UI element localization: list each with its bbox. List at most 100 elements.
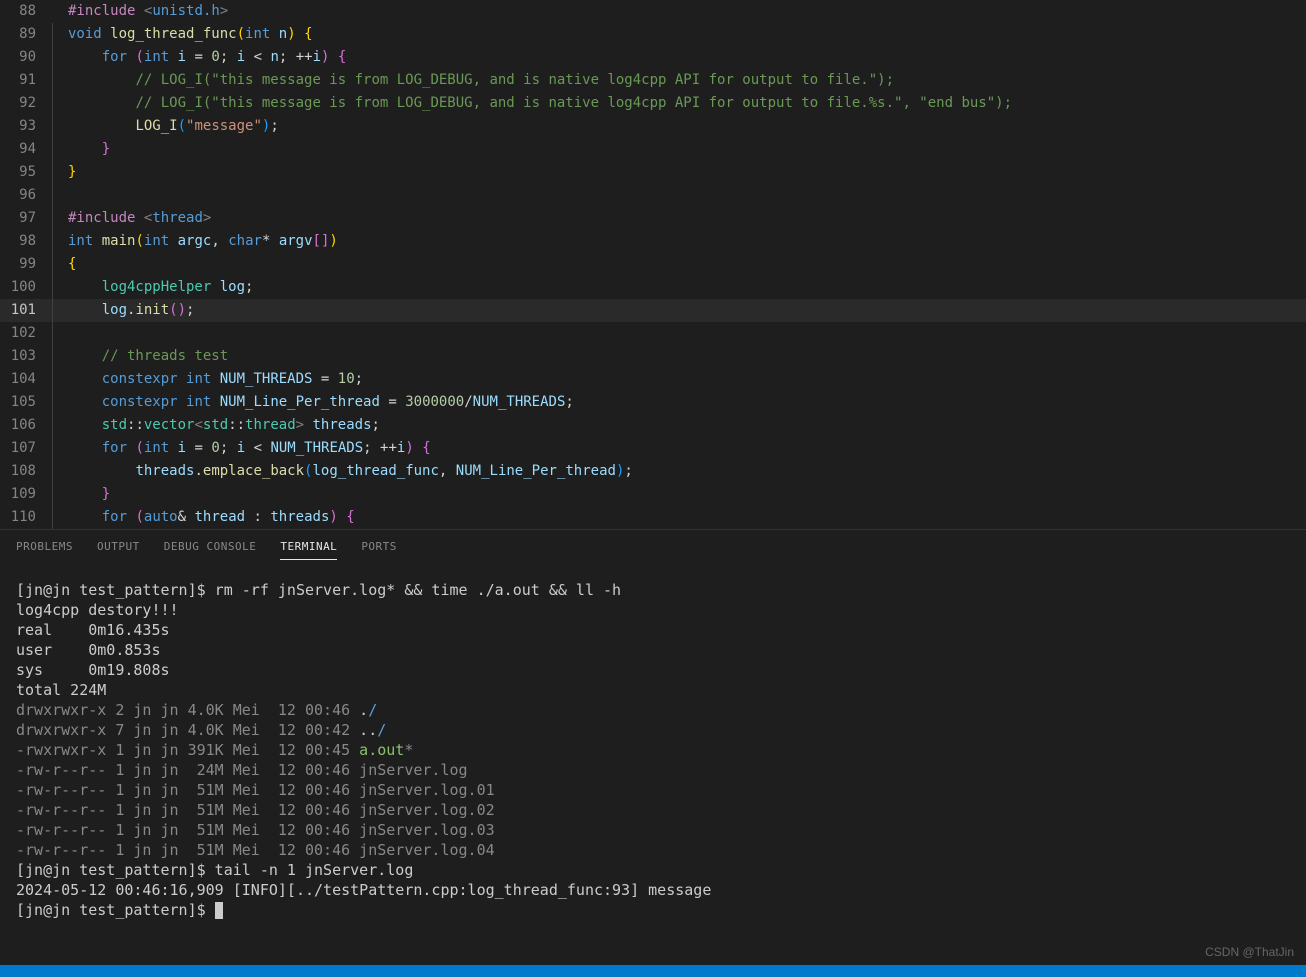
code-content[interactable]: log.init(); [64, 299, 1306, 322]
panel-tab-output[interactable]: OUTPUT [97, 540, 140, 560]
terminal-line: [jn@jn test_pattern]$ tail -n 1 jnServer… [16, 860, 1290, 880]
fold-gutter [50, 368, 64, 391]
code-line[interactable]: 102 [0, 322, 1306, 345]
code-line[interactable]: 110 for (auto& thread : threads) { [0, 506, 1306, 529]
panel-tab-debug-console[interactable]: DEBUG CONSOLE [164, 540, 257, 560]
line-number: 97 [0, 207, 50, 230]
fold-gutter [50, 345, 64, 368]
fold-gutter [50, 483, 64, 506]
code-content[interactable] [64, 184, 1306, 207]
code-content[interactable]: for (int i = 0; i < n; ++i) { [64, 46, 1306, 69]
fold-gutter [50, 414, 64, 437]
code-content[interactable]: log4cppHelper log; [64, 276, 1306, 299]
code-content[interactable]: #include <unistd.h> [64, 0, 1306, 23]
fold-gutter [50, 506, 64, 529]
code-line[interactable]: 107 for (int i = 0; i < NUM_THREADS; ++i… [0, 437, 1306, 460]
code-line[interactable]: 92 // LOG_I("this message is from LOG_DE… [0, 92, 1306, 115]
fold-gutter [50, 253, 64, 276]
line-number: 107 [0, 437, 50, 460]
code-content[interactable]: for (int i = 0; i < NUM_THREADS; ++i) { [64, 437, 1306, 460]
code-line[interactable]: 100 log4cppHelper log; [0, 276, 1306, 299]
terminal-line: real 0m16.435s [16, 620, 1290, 640]
code-line[interactable]: 89void log_thread_func(int n) { [0, 23, 1306, 46]
line-number: 91 [0, 69, 50, 92]
code-line[interactable]: 97 #include <thread> [0, 207, 1306, 230]
terminal-line: drwxrwxr-x 7 jn jn 4.0K Mei 12 00:42 ../ [16, 720, 1290, 740]
panel-tabs: PROBLEMS OUTPUT DEBUG CONSOLE TERMINAL PORTS [0, 530, 1306, 564]
terminal-line: log4cpp destory!!! [16, 600, 1290, 620]
panel-tab-problems[interactable]: PROBLEMS [16, 540, 73, 560]
terminal-line: -rw-r--r-- 1 jn jn 24M Mei 12 00:46 jnSe… [16, 760, 1290, 780]
code-line[interactable]: 94 } [0, 138, 1306, 161]
code-content[interactable] [64, 322, 1306, 345]
code-line[interactable]: 98 int main(int argc, char* argv[]) [0, 230, 1306, 253]
code-content[interactable]: constexpr int NUM_Line_Per_thread = 3000… [64, 391, 1306, 414]
code-editor[interactable]: 88 #include <unistd.h>89void log_thread_f… [0, 0, 1306, 529]
code-line[interactable]: 101 log.init(); [0, 299, 1306, 322]
fold-gutter [50, 299, 64, 322]
code-content[interactable]: // threads test [64, 345, 1306, 368]
code-content[interactable]: #include <thread> [64, 207, 1306, 230]
code-line[interactable]: 93 LOG_I("message"); [0, 115, 1306, 138]
line-number: 104 [0, 368, 50, 391]
line-number: 88 [0, 0, 50, 23]
code-line[interactable]: 105 constexpr int NUM_Line_Per_thread = … [0, 391, 1306, 414]
terminal-line: total 224M [16, 680, 1290, 700]
fold-gutter [50, 0, 64, 23]
code-content[interactable]: } [64, 161, 1306, 184]
fold-gutter [50, 322, 64, 345]
code-content[interactable]: int main(int argc, char* argv[]) [64, 230, 1306, 253]
code-content[interactable]: // LOG_I("this message is from LOG_DEBUG… [64, 69, 1306, 92]
fold-gutter [50, 115, 64, 138]
fold-gutter [50, 460, 64, 483]
code-line[interactable]: 109 } [0, 483, 1306, 506]
code-content[interactable]: threads.emplace_back(log_thread_func, NU… [64, 460, 1306, 483]
code-line[interactable]: 88 #include <unistd.h> [0, 0, 1306, 23]
terminal-line: sys 0m19.808s [16, 660, 1290, 680]
line-number: 92 [0, 92, 50, 115]
code-line[interactable]: 104 constexpr int NUM_THREADS = 10; [0, 368, 1306, 391]
code-content[interactable]: for (auto& thread : threads) { [64, 506, 1306, 529]
line-number: 93 [0, 115, 50, 138]
code-content[interactable]: } [64, 483, 1306, 506]
terminal-output[interactable]: [jn@jn test_pattern]$ rm -rf jnServer.lo… [0, 564, 1306, 965]
terminal-line: 2024-05-12 00:46:16,909 [INFO][../testPa… [16, 880, 1290, 900]
line-number: 109 [0, 483, 50, 506]
code-line[interactable]: 96 [0, 184, 1306, 207]
panel-tab-ports[interactable]: PORTS [361, 540, 397, 560]
line-number: 110 [0, 506, 50, 529]
code-content[interactable]: // LOG_I("this message is from LOG_DEBUG… [64, 92, 1306, 115]
line-number: 103 [0, 345, 50, 368]
code-content[interactable]: LOG_I("message"); [64, 115, 1306, 138]
terminal-line: [jn@jn test_pattern]$ [16, 900, 1290, 920]
line-number: 101 [0, 299, 50, 322]
line-number: 95 [0, 161, 50, 184]
code-line[interactable]: 103 // threads test [0, 345, 1306, 368]
code-line[interactable]: 106 std::vector<std::thread> threads; [0, 414, 1306, 437]
code-line[interactable]: 91 // LOG_I("this message is from LOG_DE… [0, 69, 1306, 92]
fold-gutter [50, 437, 64, 460]
line-number: 105 [0, 391, 50, 414]
terminal-line: -rw-r--r-- 1 jn jn 51M Mei 12 00:46 jnSe… [16, 820, 1290, 840]
terminal-line: user 0m0.853s [16, 640, 1290, 660]
terminal-line: -rwxrwxr-x 1 jn jn 391K Mei 12 00:45 a.o… [16, 740, 1290, 760]
fold-gutter [50, 161, 64, 184]
fold-gutter [50, 207, 64, 230]
code-content[interactable]: { [64, 253, 1306, 276]
line-number: 98 [0, 230, 50, 253]
code-content[interactable]: std::vector<std::thread> threads; [64, 414, 1306, 437]
code-line[interactable]: 108 threads.emplace_back(log_thread_func… [0, 460, 1306, 483]
code-line[interactable]: 95} [0, 161, 1306, 184]
code-line[interactable]: 99{ [0, 253, 1306, 276]
terminal-line: drwxrwxr-x 2 jn jn 4.0K Mei 12 00:46 ./ [16, 700, 1290, 720]
line-number: 94 [0, 138, 50, 161]
code-content[interactable]: void log_thread_func(int n) { [64, 23, 1306, 46]
line-number: 102 [0, 322, 50, 345]
status-bar[interactable] [0, 965, 1306, 977]
code-content[interactable]: } [64, 138, 1306, 161]
fold-gutter [50, 184, 64, 207]
panel: PROBLEMS OUTPUT DEBUG CONSOLE TERMINAL PORTS… [0, 529, 1306, 965]
code-content[interactable]: constexpr int NUM_THREADS = 10; [64, 368, 1306, 391]
panel-tab-terminal[interactable]: TERMINAL [280, 540, 337, 560]
code-line[interactable]: 90 for (int i = 0; i < n; ++i) { [0, 46, 1306, 69]
